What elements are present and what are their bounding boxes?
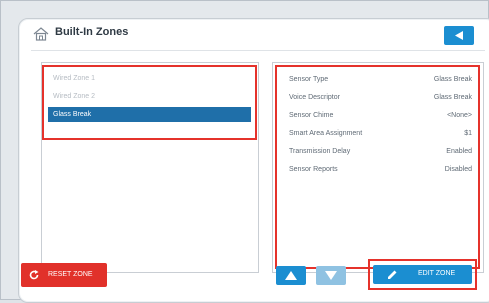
zone-item-glass-break[interactable]: Glass Break	[48, 107, 251, 122]
detail-label: Sensor Chime	[289, 112, 334, 119]
screen-frame: Built-In Zones Wired Zone 1 Wired Zone 2…	[0, 0, 489, 303]
detail-smart-area: Smart Area Assignment $1	[289, 127, 472, 141]
detail-voice-descriptor: Voice Descriptor Glass Break	[289, 91, 472, 105]
edit-zone-button[interactable]: EDIT ZONE	[373, 265, 472, 284]
detail-sensor-chime: Sensor Chime <None>	[289, 109, 472, 123]
detail-value: <None>	[447, 112, 472, 119]
detail-label: Smart Area Assignment	[289, 130, 363, 137]
back-button[interactable]	[444, 26, 474, 45]
detail-value: Glass Break	[433, 94, 472, 101]
arrow-down-icon	[325, 271, 337, 280]
reset-zone-label: RESET ZONE	[48, 271, 93, 278]
detail-label: Voice Descriptor	[289, 94, 340, 101]
zone-details: Sensor Type Glass Break Voice Descriptor…	[275, 65, 480, 269]
detail-value: Disabled	[444, 166, 472, 173]
page-title: Built-In Zones	[55, 26, 129, 38]
detail-sensor-type: Sensor Type Glass Break	[289, 73, 472, 87]
edit-zone-highlight: EDIT ZONE	[368, 259, 477, 290]
panel-header: Built-In Zones	[19, 19, 489, 51]
header-divider	[31, 50, 485, 51]
detail-label: Transmission Delay	[289, 148, 351, 155]
detail-value: $1	[464, 130, 472, 137]
back-arrow-icon	[455, 31, 463, 40]
zone-item-wired-zone-1[interactable]: Wired Zone 1	[48, 71, 251, 86]
detail-transmission-delay: Transmission Delay Enabled	[289, 145, 472, 159]
detail-value: Enabled	[446, 148, 472, 155]
detail-value: Glass Break	[433, 76, 472, 83]
detail-label: Sensor Type	[289, 76, 329, 83]
arrow-up-icon	[285, 271, 297, 280]
home-icon	[33, 27, 49, 41]
zone-list: Wired Zone 1 Wired Zone 2 Glass Break	[42, 65, 257, 140]
move-up-button[interactable]	[276, 266, 306, 285]
move-down-button[interactable]	[316, 266, 346, 285]
detail-sensor-reports: Sensor Reports Disabled	[289, 163, 472, 177]
edit-zone-label: EDIT ZONE	[418, 270, 456, 277]
detail-label: Sensor Reports	[289, 166, 338, 173]
zone-item-wired-zone-2[interactable]: Wired Zone 2	[48, 89, 251, 104]
refresh-icon	[29, 270, 39, 280]
pencil-icon	[388, 270, 397, 279]
reset-zone-button[interactable]: RESET ZONE	[21, 263, 107, 287]
